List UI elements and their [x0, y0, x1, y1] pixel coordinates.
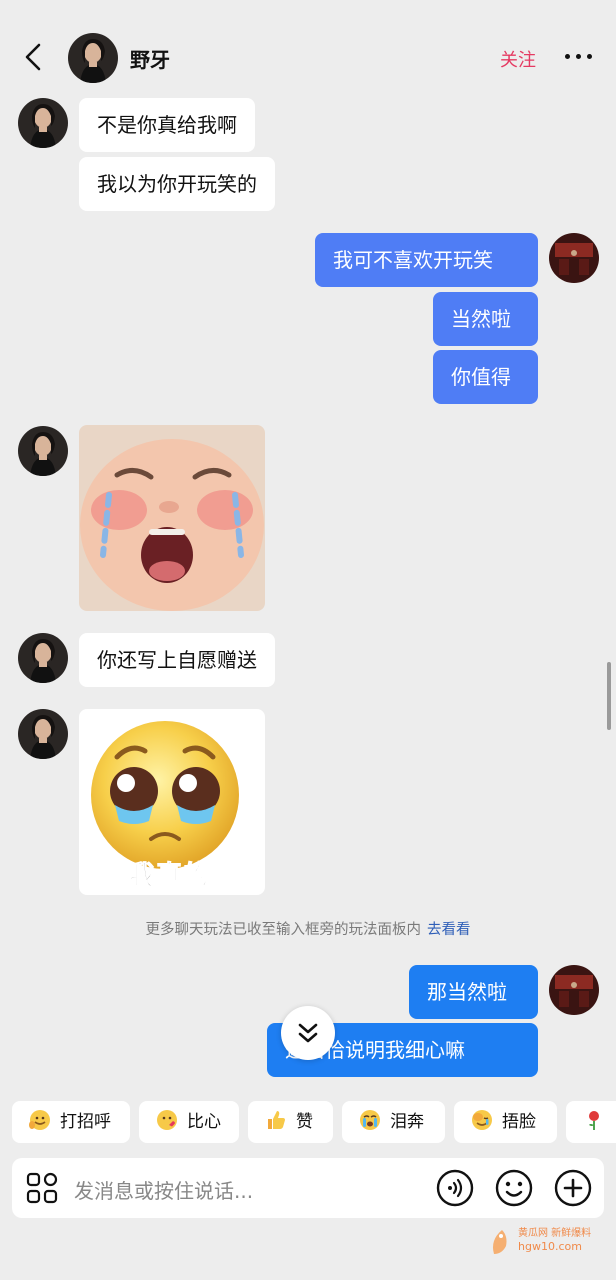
- follow-button[interactable]: 关注: [500, 46, 536, 72]
- quick-reply-facepalm[interactable]: 捂脸: [454, 1101, 557, 1143]
- system-notice-text: 更多聊天玩法已收至输入框旁的玩法面板内: [145, 922, 422, 938]
- go-see-link[interactable]: 去看看: [427, 922, 471, 938]
- system-notice: 更多聊天玩法已收至输入框旁的玩法面板内 去看看: [0, 918, 616, 939]
- message-bubble-received[interactable]: 我以为你开玩笑的: [79, 157, 275, 211]
- quick-reply-tears[interactable]: 泪奔: [342, 1101, 445, 1143]
- message-bubble-received[interactable]: 你还写上自愿赠送: [79, 633, 275, 687]
- message-bubble-received[interactable]: 不是你真给我啊: [79, 98, 255, 152]
- quick-reply-rose[interactable]: [566, 1101, 616, 1143]
- crying-baby-sticker[interactable]: [79, 425, 265, 611]
- watermark-logo: 黄瓜网 新鲜爆料 hgw10.com: [488, 1222, 612, 1260]
- chip-label: 比心: [187, 1112, 221, 1132]
- contact-avatar[interactable]: [68, 33, 118, 83]
- quick-reply-greet[interactable]: 打招呼: [12, 1101, 130, 1143]
- message-input[interactable]: 发消息或按住说话...: [74, 1175, 253, 1204]
- contact-name: 野牙: [130, 48, 170, 72]
- watermark-line1: 黄瓜网 新鲜爆料: [518, 1228, 592, 1239]
- smile-wave-icon: [29, 1110, 50, 1130]
- sender-avatar[interactable]: [18, 709, 68, 759]
- plus-icon[interactable]: [554, 1169, 592, 1207]
- back-arrow-icon[interactable]: [22, 42, 44, 72]
- facepalm-icon: [472, 1110, 492, 1130]
- message-bubble-sent[interactable]: 那当然啦: [409, 965, 538, 1019]
- sender-avatar[interactable]: [18, 98, 68, 148]
- chip-label: 打招呼: [60, 1112, 111, 1132]
- double-chevron-down-icon: [298, 1023, 318, 1043]
- sticker-caption: 我真的: [128, 861, 211, 892]
- apps-grid-icon[interactable]: [26, 1172, 58, 1204]
- chip-label: 赞: [296, 1112, 313, 1132]
- rose-icon: [589, 1111, 599, 1130]
- scroll-to-bottom-button[interactable]: [281, 1006, 335, 1060]
- scrollbar[interactable]: [607, 662, 611, 730]
- message-bubble-sent[interactable]: 你值得: [433, 350, 538, 404]
- quick-reply-like[interactable]: 赞: [248, 1101, 333, 1143]
- voice-icon[interactable]: [436, 1169, 474, 1207]
- finger-heart-icon: [157, 1110, 177, 1130]
- quick-reply-finger-heart[interactable]: 比心: [139, 1101, 239, 1143]
- my-avatar[interactable]: [549, 233, 599, 283]
- my-avatar[interactable]: [549, 965, 599, 1015]
- chip-label: 泪奔: [390, 1112, 424, 1132]
- sender-avatar[interactable]: [18, 633, 68, 683]
- thumbs-up-icon: [268, 1111, 285, 1129]
- chip-label: 捂脸: [502, 1112, 536, 1132]
- emoji-icon[interactable]: [495, 1169, 533, 1207]
- message-bubble-sent[interactable]: 当然啦: [433, 292, 538, 346]
- watermark-line2: hgw10.com: [518, 1240, 582, 1253]
- message-bubble-sent[interactable]: 我可不喜欢开玩笑: [315, 233, 538, 287]
- pleading-face-sticker[interactable]: 我真的: [79, 709, 265, 895]
- sender-avatar[interactable]: [18, 426, 68, 476]
- more-options-icon[interactable]: [564, 46, 594, 66]
- crying-face-icon: [360, 1110, 380, 1130]
